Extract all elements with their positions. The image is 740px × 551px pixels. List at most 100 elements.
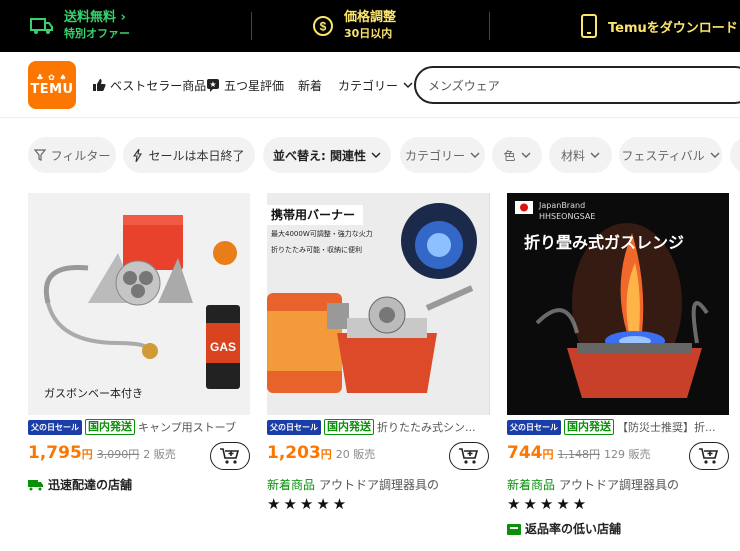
chevron-down-icon: [403, 82, 413, 89]
product-description: アウトドア調理器具の: [559, 478, 680, 492]
filter-chip-label: フィルター: [50, 148, 111, 163]
promo-tag: 父の日セール: [507, 419, 561, 435]
store-badge-label: 迅速配達の店舗: [48, 478, 133, 492]
product-description: アウトドア調理器具の: [319, 478, 440, 492]
domestic-shipping-tag: 国内発送: [564, 419, 614, 435]
filter-chip-material[interactable]: 材料: [549, 137, 612, 173]
image-brand-1: JapanBrand: [539, 201, 586, 210]
nav-new[interactable]: 新着: [298, 52, 322, 118]
product-title[interactable]: 折りたたみ式シン...: [377, 419, 476, 435]
camping-stove-image: GAS: [28, 193, 250, 415]
add-to-cart-button[interactable]: [210, 442, 250, 470]
promo-divider: [489, 12, 490, 40]
product-image[interactable]: JapanBrand HHSEONGSAE 折り畳み式ガスレンジ: [507, 193, 729, 415]
chevron-down-icon: [371, 152, 381, 158]
product-image[interactable]: 携帯用バーナー 最大4000W可調整・強力な火力 折りたたみ可能・収納に便利: [267, 193, 489, 415]
free-shipping-sub: 特別オファー: [64, 27, 130, 40]
cart-plus-icon: [699, 448, 719, 464]
svg-text:$: $: [320, 20, 327, 34]
nav-categories-label: カテゴリー: [338, 78, 399, 93]
funnel-icon: [33, 149, 46, 161]
filter-chip-color[interactable]: 色: [492, 137, 542, 173]
filter-chip-overflow[interactable]: [730, 137, 740, 173]
filter-chip-label: 材料: [560, 148, 585, 163]
image-title: 携帯用バーナー: [271, 208, 356, 222]
download-app-banner[interactable]: Temuをダウンロード: [580, 0, 738, 52]
tag-row: 父の日セール 国内発送 折りたたみ式シン...: [267, 418, 489, 436]
filter-chip-category[interactable]: カテゴリー: [400, 137, 485, 173]
add-to-cart-button[interactable]: [689, 442, 729, 470]
sold-count: 2 販売: [143, 448, 176, 461]
chevron-down-icon: [470, 152, 480, 158]
free-shipping-banner[interactable]: 送料無料 › 特別オファー: [30, 0, 130, 52]
new-arrival-line: 新着商品 アウトドア調理器具の: [507, 476, 729, 493]
filter-chip-label: カテゴリー: [404, 148, 465, 163]
star-review-icon: ★: [207, 79, 219, 92]
phone-icon: [581, 14, 597, 38]
nav-new-label: 新着: [298, 78, 323, 93]
filter-chip-label: 色: [503, 148, 516, 163]
search-input-value: メンズウェア: [428, 78, 500, 93]
filter-chip-festival[interactable]: フェスティバル: [619, 137, 722, 173]
site-header: ♣ ✿ ♠ TEMU ベストセラー商品 ★ 五つ星評価 新着 カテゴリー メンズ…: [0, 52, 740, 118]
svg-text:★: ★: [209, 80, 216, 89]
star-rating: ★★★★★: [267, 495, 350, 513]
image-caption: ガスボンベー本付き: [44, 387, 143, 400]
original-price: 3,090円: [96, 448, 140, 461]
filter-chip-label: セールは本日終了: [148, 148, 245, 163]
original-price: 1,148円: [557, 448, 601, 461]
price-currency: 円: [81, 448, 93, 461]
store-badge: 返品率の低い店舗: [507, 520, 621, 537]
lightning-icon: [133, 148, 143, 162]
temu-logo[interactable]: ♣ ✿ ♠ TEMU: [28, 61, 76, 109]
truck-fast-icon: [28, 479, 43, 490]
tag-row: 父の日セール 国内発送 【防災士推奨】折...: [507, 418, 729, 436]
domestic-shipping-tag: 国内発送: [324, 419, 374, 435]
star-rating: ★★★★★: [507, 495, 590, 513]
portable-burner-image: [267, 193, 489, 415]
nav-bestsellers[interactable]: ベストセラー商品: [92, 52, 206, 118]
image-title: 折り畳み式ガスレンジ: [524, 233, 685, 252]
product-title[interactable]: キャンプ用ストーブ: [138, 419, 236, 435]
add-to-cart-button[interactable]: [449, 442, 489, 470]
image-brand-2: HHSEONGSAE: [539, 212, 596, 221]
chevron-down-icon: [710, 152, 720, 158]
domestic-shipping-tag: 国内発送: [85, 419, 135, 435]
nav-five-star[interactable]: ★ 五つ星評価: [206, 52, 284, 118]
download-app-text: Temuをダウンロード: [608, 20, 738, 36]
return-box-icon: [507, 523, 521, 535]
filter-chip-sort[interactable]: 並べ替え: 関連性: [263, 137, 391, 173]
tag-row: 父の日セール 国内発送 キャンプ用ストーブ: [28, 418, 250, 436]
store-badge-label: 返品率の低い店舗: [525, 522, 622, 536]
search-input[interactable]: メンズウェア: [414, 66, 740, 104]
nav-five-star-label: 五つ星評価: [224, 78, 285, 93]
filter-chip-sale-today[interactable]: セールは本日終了: [123, 137, 255, 173]
chevron-down-icon: [590, 152, 600, 158]
filter-chip-label: 並べ替え: 関連性: [273, 148, 366, 163]
price-currency: 円: [320, 448, 332, 461]
new-arrival-label: 新着商品: [507, 478, 556, 492]
filter-chip-filter[interactable]: フィルター: [28, 137, 116, 173]
promo-divider: [251, 12, 252, 40]
cart-plus-icon: [459, 448, 479, 464]
price-tag-icon: $: [313, 16, 333, 36]
free-shipping-title: 送料無料: [64, 10, 117, 25]
logo-text: TEMU: [30, 82, 74, 97]
price: 744: [507, 443, 543, 463]
price-adjust-banner[interactable]: $ 価格調整 30日以内: [312, 0, 396, 52]
chevron-down-icon: [521, 152, 530, 158]
nav-categories[interactable]: カテゴリー: [338, 52, 418, 118]
thumbs-up-icon: [93, 79, 106, 91]
image-sub-2: 折りたたみ可能・収納に便利: [271, 246, 362, 254]
product-title[interactable]: 【防災士推奨】折...: [617, 419, 716, 435]
price-adjust-sub: 30日以内: [344, 27, 393, 40]
card-divider: [489, 193, 490, 415]
chevron-right-icon: ›: [120, 10, 126, 25]
truck-icon: [30, 18, 53, 34]
new-arrival-label: 新着商品: [267, 478, 316, 492]
promo-tag: 父の日セール: [267, 419, 321, 435]
product-image[interactable]: GAS ガスボンベー本付き: [28, 193, 250, 415]
price-adjust-title: 価格調整: [344, 10, 397, 25]
promo-tag: 父の日セール: [28, 419, 82, 435]
sold-count: 20 販売: [335, 448, 376, 461]
